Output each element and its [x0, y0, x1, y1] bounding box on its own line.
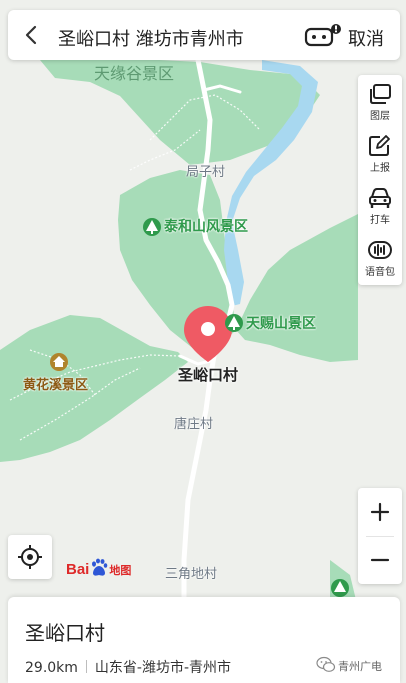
village-label-juzi: 局子村 [186, 165, 226, 180]
voice-pack-icon [368, 241, 392, 259]
taxi-button[interactable]: 打车 [358, 181, 402, 233]
baidu-paw-icon [92, 558, 108, 576]
taxi-icon [369, 188, 391, 208]
wechat-icon [316, 656, 336, 672]
search-bar[interactable]: 圣峪口村 潍坊市青州市 取消 [8, 10, 400, 60]
robot-assistant-icon [304, 24, 341, 47]
tool-label: 打车 [370, 215, 390, 226]
plus-icon [370, 502, 390, 522]
poi-label-huanghuaxi[interactable]: 黄花溪景区 [23, 379, 88, 392]
assistant-button[interactable] [304, 23, 344, 49]
search-query[interactable]: 圣峪口村 潍坊市青州市 [58, 25, 244, 51]
tool-label: 图层 [370, 111, 390, 122]
place-address: 山东省-潍坊市-青州市 [94, 660, 232, 676]
locate-button[interactable] [8, 535, 52, 579]
tree-icon [225, 314, 243, 332]
layers-icon [370, 84, 391, 104]
village-label-sanjiaodi: 三角地村 [165, 567, 218, 582]
baidu-map-logo: Bai 地图 [66, 558, 131, 582]
poi-label-taihe[interactable]: 泰和山风景区 [164, 220, 248, 234]
tree-icon [331, 579, 349, 597]
temple-icon [50, 353, 68, 371]
zoom-controls [358, 488, 402, 584]
selected-place-label: 圣峪口村 [178, 366, 239, 384]
map-tools-panel: 图层 上报 打车 语音包 [358, 75, 402, 285]
tree-icon [143, 218, 161, 236]
voice-pack-button[interactable]: 语音包 [358, 233, 402, 285]
tool-label: 上报 [370, 163, 390, 174]
zoom-in-button[interactable] [358, 488, 402, 536]
poi-label-tianci[interactable]: 天赐山景区 [246, 317, 316, 331]
cancel-button[interactable]: 取消 [348, 25, 384, 51]
layers-button[interactable]: 图层 [358, 77, 402, 129]
watermark: 青州广电 [316, 655, 406, 677]
place-distance: 29.0km [25, 660, 78, 676]
zoom-out-button[interactable] [358, 536, 402, 584]
village-label-tangzhuang: 唐庄村 [174, 417, 214, 432]
place-title: 圣峪口村 [25, 621, 105, 645]
minus-icon [370, 558, 390, 562]
logo-bai-text: Bai [66, 561, 90, 578]
watermark-text: 青州广电 [338, 660, 382, 673]
meta-divider [85, 660, 87, 673]
report-button[interactable]: 上报 [358, 129, 402, 181]
back-button[interactable] [20, 23, 44, 47]
chevron-left-icon [25, 25, 37, 45]
region-label: 天缘谷景区 [94, 64, 175, 83]
locate-crosshair-icon [18, 545, 42, 569]
tool-label: 语音包 [365, 267, 395, 278]
place-meta: 29.0km 山东省-潍坊市-青州市 [25, 657, 231, 677]
report-edit-icon [369, 135, 390, 156]
logo-map-text: 地图 [109, 564, 132, 577]
